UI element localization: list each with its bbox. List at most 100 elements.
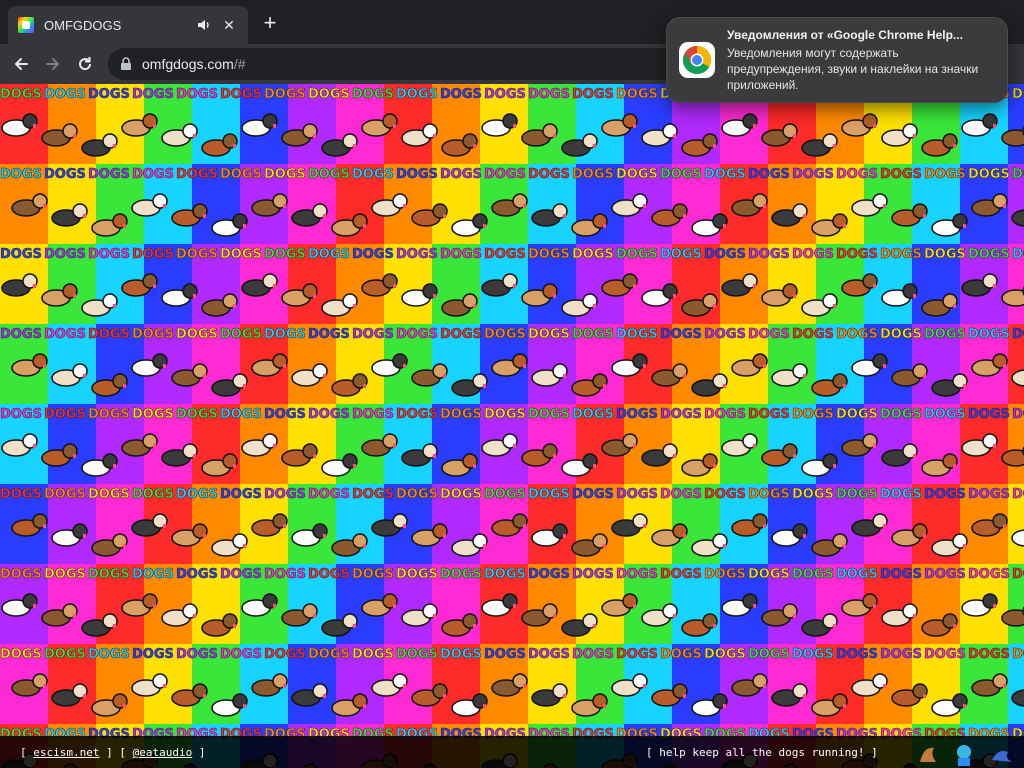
dogs-text-tile: DOGS (660, 567, 702, 582)
dogs-text-tile: DOGS (264, 647, 306, 662)
dogs-text-tile: DOGS (528, 327, 570, 342)
dogs-text-tile: DOGS (88, 487, 130, 502)
dogs-text-tile: DOGS (792, 567, 834, 582)
tab-title: OMFGDOGS (44, 17, 122, 33)
dogs-text-tile: DOGS (88, 167, 130, 182)
back-button[interactable] (6, 49, 36, 79)
dogs-text-tile: DOGS (44, 407, 86, 422)
dogs-text-tile: DOGS (836, 247, 878, 262)
dogs-text-tile: DOGS (264, 567, 306, 582)
dogs-text-tile: DOGS (484, 407, 526, 422)
speaker-icon[interactable] (196, 17, 212, 33)
address-bar[interactable]: omfgdogs.com/# (108, 48, 728, 80)
dogs-text-tile: DOGS (440, 487, 482, 502)
dogs-text-tile: DOGS (528, 407, 570, 422)
dogs-text-tile: DOGS (176, 487, 218, 502)
footer-close-bracket: ] (192, 746, 206, 759)
footer-character-icons[interactable] (912, 740, 1020, 766)
dogs-text-tile: DOGS (132, 407, 174, 422)
dogs-text-tile: DOGS (308, 407, 350, 422)
new-tab-button[interactable]: + (258, 12, 282, 36)
omfgdogs-favicon-icon (18, 17, 34, 33)
dogs-text-tile: DOGS (572, 327, 614, 342)
dogs-text-tile: DOGS (0, 327, 42, 342)
dogs-text-tile: DOGS (616, 167, 658, 182)
footer-open-bracket: [ (20, 746, 34, 759)
dogs-text-tile: DOGS (968, 487, 1010, 502)
dogs-text-tile: DOGS (1012, 407, 1024, 422)
dogs-text-tile: DOGS (176, 247, 218, 262)
close-tab-icon[interactable]: ✕ (220, 17, 238, 34)
chrome-notification[interactable]: Уведомления от «Google Chrome Help... Ув… (666, 17, 1008, 103)
dogs-text-tile: DOGS (352, 647, 394, 662)
dogs-text-tile: DOGS (220, 327, 262, 342)
dogs-text-tile: DOGS (880, 407, 922, 422)
lock-icon[interactable] (120, 57, 132, 71)
dogs-text-tile: DOGS (0, 87, 42, 102)
dogs-text-tile: DOGS (528, 247, 570, 262)
dogs-text-tile: DOGS (0, 247, 42, 262)
dogs-text-tile: DOGS (968, 247, 1010, 262)
dogs-text-tile: DOGS (968, 327, 1010, 342)
dogs-text-tile: DOGS (132, 647, 174, 662)
dogs-text-tile: DOGS (572, 167, 614, 182)
footer-links: [ escism.net ] [ @eataudio ] (20, 746, 205, 759)
dogs-text-tile: DOGS (308, 87, 350, 102)
dogs-text-tile: DOGS (748, 647, 790, 662)
eataudio-link[interactable]: @eataudio (133, 746, 193, 759)
dogs-text-tile: DOGS (1012, 487, 1024, 502)
escism-link[interactable]: escism.net (33, 746, 99, 759)
dogs-text-tile: DOGS (528, 87, 570, 102)
dogs-text-tile: DOGS (352, 487, 394, 502)
dogs-text-tile: DOGS (836, 327, 878, 342)
forward-button[interactable] (38, 49, 68, 79)
dogs-text-tile: DOGS (704, 407, 746, 422)
dogs-text-tile: DOGS (528, 167, 570, 182)
arrow-right-icon (46, 58, 60, 70)
dogs-text-tile: DOGS (704, 487, 746, 502)
dogs-text-tile: DOGS (308, 247, 350, 262)
dogs-text-tile: DOGS (88, 247, 130, 262)
reload-button[interactable] (70, 49, 100, 79)
dogs-text-tile: DOGS (308, 487, 350, 502)
dogs-text-tile: DOGS (132, 327, 174, 342)
dogs-text-tile: DOGS (616, 647, 658, 662)
dogs-text-tile: DOGS (264, 247, 306, 262)
dogs-text-tile: DOGS (572, 407, 614, 422)
dogs-text-tile: DOGS (352, 567, 394, 582)
dogs-text-tile: DOGS (660, 647, 702, 662)
dogs-text-tile: DOGS (0, 487, 42, 502)
dogs-text-tile: DOGS (924, 247, 966, 262)
dogs-text-tile: DOGS (484, 327, 526, 342)
dogs-text-tile: DOGS (616, 567, 658, 582)
dogs-text-tile: DOGS (748, 167, 790, 182)
dogs-text-tile: DOGS (836, 567, 878, 582)
page-content: DOGS DOGS DOGS DOGS DOGS DOGS DOGS DOGS DOGS DOGS… (0, 84, 1024, 768)
notification-title: Уведомления от «Google Chrome Help... (727, 28, 963, 42)
dogs-text-tile: DOGS (308, 327, 350, 342)
dogs-text-tile: DOGS (704, 647, 746, 662)
chrome-icon (679, 42, 715, 78)
url-host: omfgdogs.com (142, 56, 234, 72)
dogs-text-tile: DOGS (484, 567, 526, 582)
dogs-text-tile: DOGS (792, 167, 834, 182)
dogs-text-tile: DOGS (660, 487, 702, 502)
notification-body: Уведомления могут содержать предупрежден… (727, 46, 979, 92)
dogs-text-tile: DOGS (924, 327, 966, 342)
dogs-text-tile: DOGS (44, 567, 86, 582)
dogs-text-tile: DOGS (352, 247, 394, 262)
dogs-text-tile: DOGS (616, 327, 658, 342)
dogs-text-tile: DOGS (484, 487, 526, 502)
dogs-text-tile: DOGS (44, 647, 86, 662)
dogs-text-tile: DOGS (440, 87, 482, 102)
dogs-text-tile: DOGS (176, 407, 218, 422)
chrome-logo (683, 46, 711, 74)
dogs-text-tile: DOGS (924, 647, 966, 662)
dogs-text-tile: DOGS (220, 647, 262, 662)
tab-omfgdogs[interactable]: OMFGDOGS ✕ (8, 6, 248, 44)
dogs-text-tile: DOGS (308, 567, 350, 582)
dogs-text-tile: DOGS (880, 247, 922, 262)
dogs-text-tile: DOGS (572, 647, 614, 662)
dogs-text-tile: DOGS (176, 327, 218, 342)
dogs-text-tile: DOGS (528, 487, 570, 502)
